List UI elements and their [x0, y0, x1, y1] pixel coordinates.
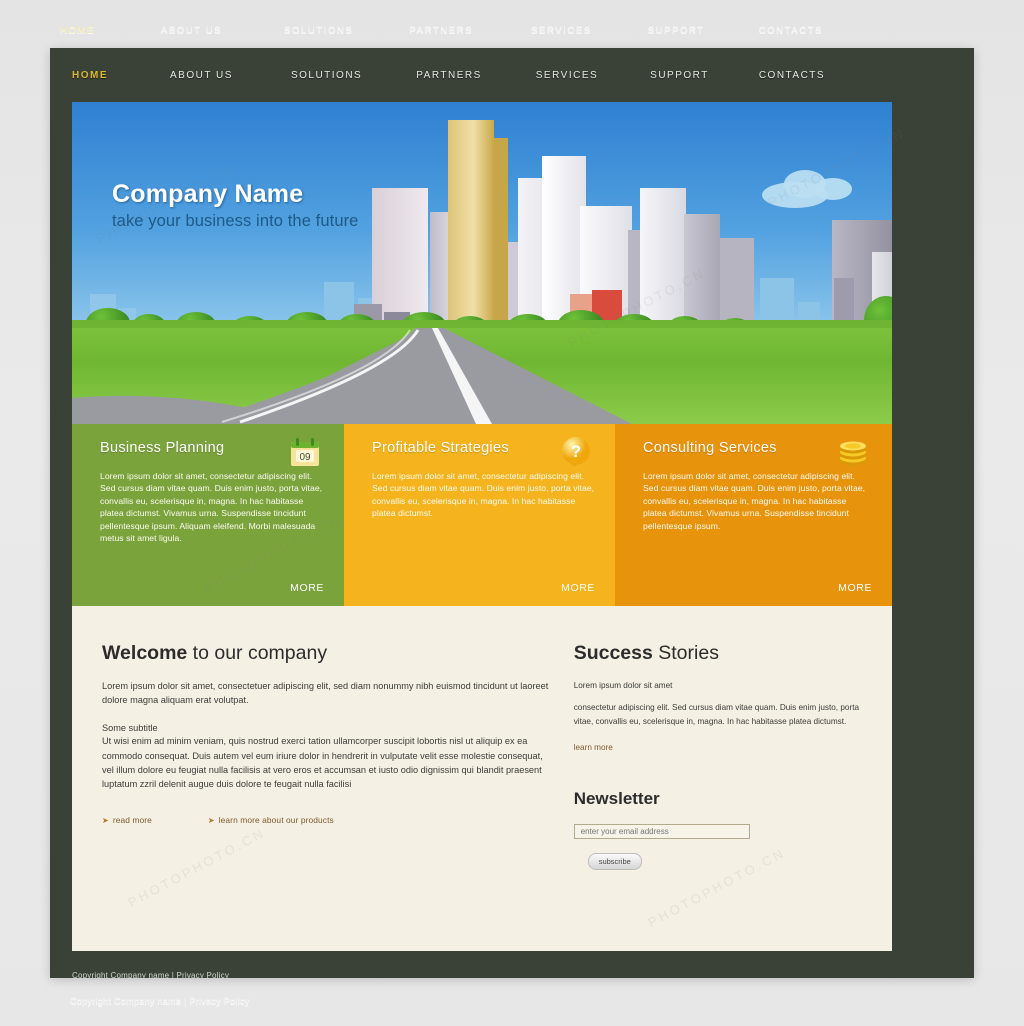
feature-text: Lorem ipsum dolor sit amet, consectetur …: [643, 471, 866, 531]
coins-icon: [836, 436, 870, 468]
welcome-column: Welcome to our company Lorem ipsum dolor…: [102, 642, 574, 921]
hero-title: Company Name: [112, 180, 304, 208]
cloud-icon: [814, 178, 852, 200]
newsletter-heading: Newsletter: [573, 789, 660, 808]
arrow-icon: ➤: [207, 816, 215, 826]
arrow-icon: ➤: [102, 816, 109, 826]
footer-copyright: Copyright Company name | Privacy Policy: [72, 971, 230, 980]
nav-item-partners[interactable]: PARTNERS: [416, 70, 482, 81]
nav-item-about-us[interactable]: ABOUT US: [170, 70, 233, 81]
question-bubble-icon: ?: [559, 436, 593, 468]
main-navigation: HOME ABOUT US SOLUTIONS PARTNERS SERVICE…: [50, 48, 974, 102]
welcome-body: Ut wisi enim ad minim veniam, quis nostr…: [102, 736, 543, 790]
success-heading-rest: Stories: [652, 642, 719, 664]
ghost-nav-item: ABOUT US: [160, 24, 223, 36]
ghost-nav-item: PARTNERS: [409, 24, 474, 36]
nav-item-home[interactable]: HOME: [72, 70, 108, 81]
ghost-nav-item: CONTACTS: [758, 24, 824, 36]
page-footer: Copyright Company name | Privacy Policy: [72, 951, 892, 983]
success-line-1: Lorem ipsum dolor sit amet: [573, 681, 673, 690]
learn-more-products-link[interactable]: ➤ learn more about our products: [208, 815, 334, 825]
welcome-intro: Lorem ipsum dolor sit amet, consectetuer…: [102, 681, 549, 706]
feature-box-consulting-services: Consulting Services Lorem ipsum dolor si…: [615, 424, 892, 606]
ghost-nav-item: SERVICES: [531, 24, 592, 36]
calendar-icon: 09: [288, 436, 322, 468]
calendar-day-number: 09: [299, 452, 311, 463]
read-more-link[interactable]: ➤ read more: [102, 815, 152, 825]
screenshot-canvas: HOME ABOUT US SOLUTIONS PARTNERS SERVICE…: [0, 0, 1024, 1026]
content-area: Welcome to our company Lorem ipsum dolor…: [72, 606, 892, 951]
welcome-links: ➤ read more ➤ learn more about our product…: [102, 815, 554, 825]
feature-more-link[interactable]: MORE: [290, 582, 324, 594]
learn-more-products-label: learn more about our products: [218, 815, 334, 826]
subscribe-row: subscribe: [574, 839, 862, 870]
website-page: HOME ABOUT US SOLUTIONS PARTNERS SERVICE…: [50, 48, 974, 980]
ghost-nav: HOME ABOUT US SOLUTIONS PARTNERS SERVICE…: [60, 20, 940, 40]
welcome-heading-bold: Welcome: [102, 642, 188, 664]
feature-box-business-planning: Business Planning 09 Lorem ipsum dolor s…: [72, 424, 344, 606]
building-tower-gold: [494, 138, 508, 338]
ghost-nav-item: HOME: [60, 24, 95, 36]
hero-text-block: Company Name take your business into the…: [112, 180, 358, 231]
success-line-2: consectetur adipiscing elit. Sed cursus …: [573, 703, 860, 726]
feature-text: Lorem ipsum dolor sit amet, consectetur …: [100, 471, 323, 544]
ghost-nav-item: SUPPORT: [647, 24, 705, 36]
hero-banner: Company Name take your business into the…: [72, 102, 892, 424]
building-tower-gold: [448, 120, 494, 338]
nav-item-support[interactable]: SUPPORT: [650, 70, 709, 81]
feature-more-link[interactable]: MORE: [561, 582, 595, 594]
feature-box-profitable-strategies: Profitable Strategies ? Lorem ipsum dolo…: [344, 424, 615, 606]
ghost-footer-copyright: Copyright Company name | Privacy Policy: [70, 996, 250, 1006]
sidebar-column: Success Stories Lorem ipsum dolor sit am…: [573, 642, 862, 921]
welcome-subtitle: Some subtitle: [102, 723, 158, 734]
feature-text: Lorem ipsum dolor sit amet, consectetur …: [372, 471, 595, 519]
success-heading-bold: Success: [573, 642, 653, 664]
success-heading: Success Stories: [574, 642, 862, 665]
nav-item-services[interactable]: SERVICES: [536, 70, 598, 81]
subscribe-button[interactable]: subscribe: [587, 853, 642, 870]
feature-boxes: Business Planning 09 Lorem ipsum dolor s…: [72, 424, 892, 606]
road-illustration: [72, 328, 632, 424]
feature-more-link[interactable]: MORE: [838, 582, 872, 594]
newsletter-email-input[interactable]: [573, 824, 750, 839]
hero-subtitle: take your business into the future: [112, 212, 359, 230]
question-mark-glyph: ?: [571, 442, 581, 461]
nav-item-contacts[interactable]: CONTACTS: [759, 70, 825, 81]
welcome-heading-rest: to our company: [187, 642, 328, 664]
welcome-heading: Welcome to our company: [102, 642, 554, 665]
success-learn-more-link[interactable]: learn more: [574, 743, 613, 752]
ghost-nav-item: SOLUTIONS: [284, 24, 354, 36]
nav-item-solutions[interactable]: SOLUTIONS: [291, 70, 362, 81]
read-more-label: read more: [112, 815, 152, 826]
